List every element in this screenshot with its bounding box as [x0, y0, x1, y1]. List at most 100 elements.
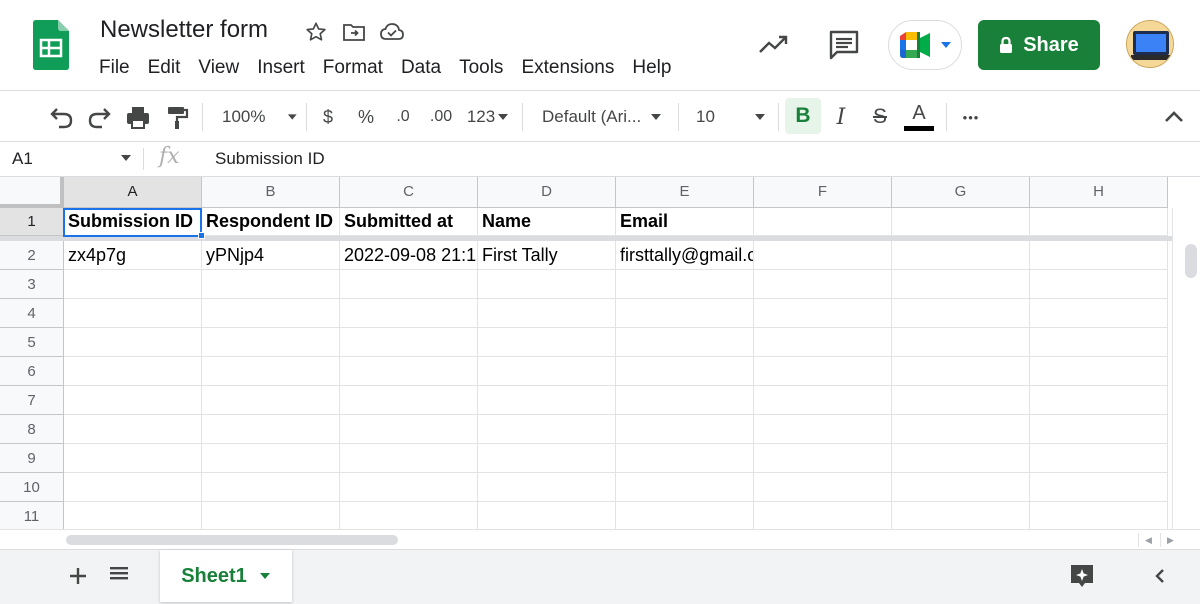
cell-f7[interactable] [754, 386, 892, 415]
column-header-a[interactable]: A [64, 177, 202, 208]
cell-a2[interactable]: zx4p7g [64, 241, 202, 270]
cell-g5[interactable] [892, 328, 1030, 357]
cell-d5[interactable] [478, 328, 616, 357]
row-header-11[interactable]: 11 [0, 502, 64, 531]
cell-d6[interactable] [478, 357, 616, 386]
cell-e9[interactable] [616, 444, 754, 473]
row-header-2[interactable]: 2 [0, 241, 64, 270]
cell-g10[interactable] [892, 473, 1030, 502]
row-header-7[interactable]: 7 [0, 386, 64, 415]
cell-f2[interactable] [754, 241, 892, 270]
cell-g7[interactable] [892, 386, 1030, 415]
cell-d3[interactable] [478, 270, 616, 299]
cell-d11[interactable] [478, 502, 616, 531]
row-header-10[interactable]: 10 [0, 473, 64, 502]
cell-b9[interactable] [202, 444, 340, 473]
column-header-h[interactable]: H [1030, 177, 1168, 208]
menu-help[interactable]: Help [623, 55, 680, 81]
cell-h8[interactable] [1030, 415, 1168, 444]
cell-c5[interactable] [340, 328, 478, 357]
cell-b3[interactable] [202, 270, 340, 299]
font-select[interactable]: Default (Ari... [538, 101, 666, 133]
cell-c2[interactable]: 2022-09-08 21:1 [340, 241, 478, 270]
row-header-3[interactable]: 3 [0, 270, 64, 299]
chevron-left-icon[interactable] [1150, 566, 1170, 586]
cell-g1[interactable] [892, 208, 1030, 236]
column-header-b[interactable]: B [202, 177, 340, 208]
fill-handle[interactable] [198, 232, 205, 239]
row-header-9[interactable]: 9 [0, 444, 64, 473]
undo-icon[interactable] [47, 101, 75, 133]
scroll-left-icon[interactable]: ◀ [1138, 533, 1158, 547]
cell-h3[interactable] [1030, 270, 1168, 299]
move-folder-icon[interactable] [340, 18, 368, 46]
cell-e11[interactable] [616, 502, 754, 531]
frozen-row-divider[interactable] [0, 236, 1172, 241]
cell-a4[interactable] [64, 299, 202, 328]
row-header-4[interactable]: 4 [0, 299, 64, 328]
cell-g6[interactable] [892, 357, 1030, 386]
zoom-select[interactable]: 100% [212, 101, 298, 133]
cell-a3[interactable] [64, 270, 202, 299]
formula-input[interactable]: Submission ID [215, 149, 325, 169]
cell-h9[interactable] [1030, 444, 1168, 473]
cell-h1[interactable] [1030, 208, 1168, 236]
cell-e3[interactable] [616, 270, 754, 299]
cell-c4[interactable] [340, 299, 478, 328]
cloud-saved-icon[interactable] [378, 18, 406, 46]
cell-e8[interactable] [616, 415, 754, 444]
cell-e4[interactable] [616, 299, 754, 328]
cell-f9[interactable] [754, 444, 892, 473]
column-header-g[interactable]: G [892, 177, 1030, 208]
italic-button[interactable]: I [827, 101, 855, 133]
cell-a9[interactable] [64, 444, 202, 473]
all-sheets-button[interactable] [108, 564, 134, 588]
cell-h5[interactable] [1030, 328, 1168, 357]
cell-h4[interactable] [1030, 299, 1168, 328]
font-size-select[interactable]: 10 [690, 101, 770, 133]
cell-b10[interactable] [202, 473, 340, 502]
cell-a11[interactable] [64, 502, 202, 531]
cell-c10[interactable] [340, 473, 478, 502]
menu-file[interactable]: File [90, 55, 139, 81]
comment-icon[interactable] [828, 29, 860, 61]
row-header-1[interactable]: 1 [0, 208, 64, 236]
row-header-8[interactable]: 8 [0, 415, 64, 444]
scroll-right-icon[interactable]: ▶ [1160, 533, 1180, 547]
row-header-6[interactable]: 6 [0, 357, 64, 386]
cell-b6[interactable] [202, 357, 340, 386]
column-header-f[interactable]: F [754, 177, 892, 208]
add-sheet-button[interactable] [66, 564, 90, 588]
cell-d9[interactable] [478, 444, 616, 473]
document-title[interactable]: Newsletter form [100, 16, 268, 44]
cell-g8[interactable] [892, 415, 1030, 444]
cell-d1[interactable]: Name [478, 208, 616, 236]
menu-data[interactable]: Data [392, 55, 450, 81]
select-all-corner[interactable] [0, 177, 64, 208]
meet-button[interactable] [888, 20, 962, 70]
cell-f4[interactable] [754, 299, 892, 328]
menu-tools[interactable]: Tools [450, 55, 512, 81]
cell-f6[interactable] [754, 357, 892, 386]
horizontal-scrollbar[interactable]: ◀ ▶ [0, 529, 1200, 549]
cell-c8[interactable] [340, 415, 478, 444]
cell-c1[interactable]: Submitted at [340, 208, 478, 236]
cell-f5[interactable] [754, 328, 892, 357]
cell-b4[interactable] [202, 299, 340, 328]
cell-h6[interactable] [1030, 357, 1168, 386]
column-header-e[interactable]: E [616, 177, 754, 208]
sheet-tab[interactable]: Sheet1 [160, 550, 292, 602]
star-icon[interactable] [302, 18, 330, 46]
percent-format-button[interactable]: % [354, 101, 378, 133]
cell-c6[interactable] [340, 357, 478, 386]
cell-f11[interactable] [754, 502, 892, 531]
cell-b11[interactable] [202, 502, 340, 531]
cell-a1[interactable]: Submission ID [64, 208, 202, 236]
menu-extensions[interactable]: Extensions [512, 55, 623, 81]
cell-a5[interactable] [64, 328, 202, 357]
cell-e1[interactable]: Email [616, 208, 754, 236]
cell-e6[interactable] [616, 357, 754, 386]
cell-c7[interactable] [340, 386, 478, 415]
cell-b1[interactable]: Respondent ID [202, 208, 340, 236]
redo-icon[interactable] [86, 101, 114, 133]
